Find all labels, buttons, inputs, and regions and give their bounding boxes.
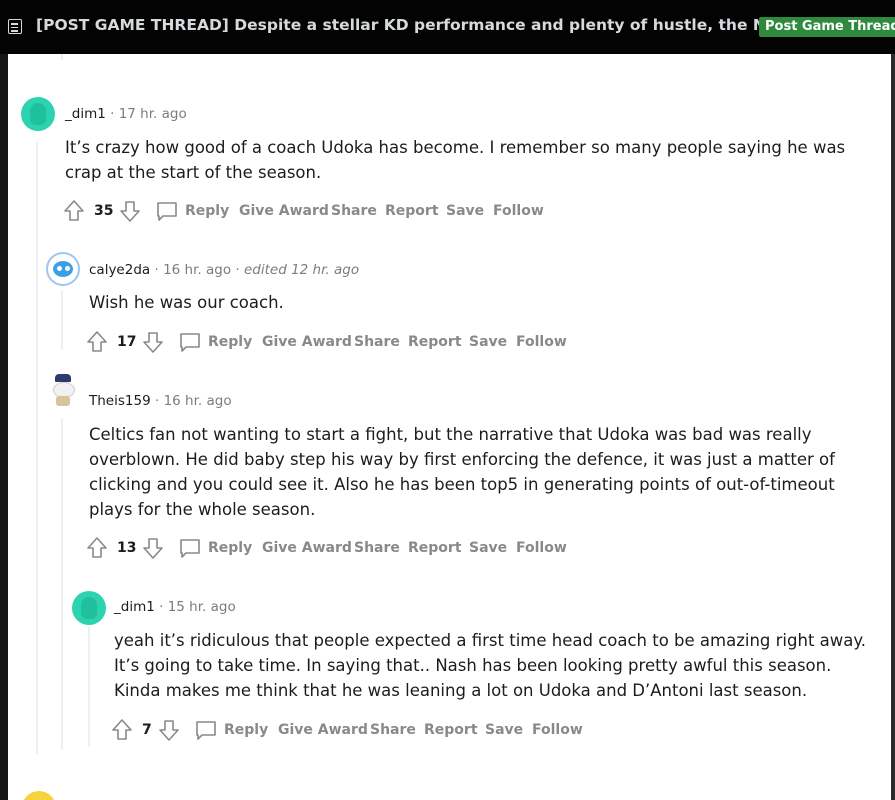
save-button[interactable]: Save: [446, 199, 484, 223]
give-award-button[interactable]: Give Award: [239, 199, 329, 223]
thread-line[interactable]: [36, 142, 38, 754]
downvote-icon[interactable]: [142, 330, 164, 354]
user-avatar[interactable]: [46, 252, 80, 286]
save-button[interactable]: Save: [469, 330, 507, 354]
comment-age[interactable]: 15 hr. ago: [168, 599, 236, 615]
vote-count: 17: [117, 334, 137, 350]
comment-paragraph: yeah it’s ridiculous that people expecte…: [114, 631, 867, 700]
upvote-icon[interactable]: [86, 536, 108, 560]
comment-actions: 17 Reply Give Award Share Report Save Fo…: [86, 330, 586, 354]
share-button[interactable]: Share: [354, 330, 400, 354]
upvote-icon[interactable]: [63, 199, 85, 223]
scrollbar-track[interactable]: [891, 54, 895, 800]
avatar-eye: [65, 266, 70, 271]
page-background-left: [0, 54, 8, 800]
meta-separator: ·: [159, 599, 168, 615]
follow-button[interactable]: Follow: [516, 330, 567, 354]
downvote-icon[interactable]: [158, 718, 180, 742]
vote-count: 35: [94, 203, 114, 219]
follow-button[interactable]: Follow: [516, 536, 567, 560]
reply-button[interactable]: Reply: [208, 536, 252, 560]
follow-button[interactable]: Follow: [493, 199, 544, 223]
share-button[interactable]: Share: [370, 718, 416, 742]
upvote-icon[interactable]: [86, 330, 108, 354]
comment-actions: 13 Reply Give Award Share Report Save Fo…: [86, 536, 586, 560]
follow-button[interactable]: Follow: [532, 718, 583, 742]
comment-bubble-icon[interactable]: [194, 718, 218, 742]
comment-meta: _dim1 · 15 hr. ago: [114, 599, 236, 615]
avatar-body: [56, 396, 70, 406]
avatar-eye: [57, 266, 62, 271]
comment-bubble-icon[interactable]: [155, 199, 179, 223]
comments-panel: _dim1 · 17 hr. ago It’s crazy how good o…: [8, 54, 891, 800]
comment-username[interactable]: Theis159: [89, 393, 151, 409]
user-avatar[interactable]: [21, 97, 55, 131]
comment-actions: 7 Reply Give Award Share Report Save Fol…: [111, 718, 611, 742]
give-award-button[interactable]: Give Award: [278, 718, 368, 742]
avatar-hat: [55, 374, 71, 382]
comment-age[interactable]: 17 hr. ago: [119, 106, 187, 122]
meta-separator: ·: [154, 262, 164, 278]
meta-separator: ·: [235, 262, 244, 278]
report-button[interactable]: Report: [385, 199, 439, 223]
share-button[interactable]: Share: [354, 536, 400, 560]
post-header-bar: [POST GAME THREAD] Despite a stellar KD …: [0, 0, 895, 54]
comment-bubble-icon[interactable]: [178, 536, 202, 560]
post-flair[interactable]: Post Game Thread: [759, 17, 895, 37]
post-title[interactable]: [POST GAME THREAD] Despite a stellar KD …: [36, 16, 851, 34]
comment-body: Celtics fan not wanting to start a fight…: [89, 422, 879, 522]
comment-paragraph: Wish he was our coach.: [89, 293, 284, 312]
save-button[interactable]: Save: [469, 536, 507, 560]
thread-line[interactable]: [88, 627, 90, 747]
thread-line[interactable]: [61, 54, 63, 60]
comment-paragraph: It’s crazy how good of a coach Udoka has…: [65, 138, 846, 182]
vote-count: 13: [117, 540, 137, 556]
comment-age[interactable]: 16 hr. ago: [163, 262, 231, 278]
user-avatar[interactable]: [72, 591, 106, 625]
comment-body: Wish he was our coach.: [89, 290, 869, 315]
post-icon: [8, 19, 22, 34]
thread-line[interactable]: [61, 418, 63, 750]
comment-username[interactable]: _dim1: [114, 599, 155, 615]
comment-body: It’s crazy how good of a coach Udoka has…: [65, 135, 865, 185]
comment-meta: _dim1 · 17 hr. ago: [65, 106, 187, 122]
user-avatar[interactable]: [46, 373, 80, 407]
share-button[interactable]: Share: [331, 199, 377, 223]
downvote-icon[interactable]: [119, 199, 141, 223]
comment-actions: 35 Reply Give Award Share Report Save Fo…: [63, 199, 563, 223]
comment-meta: calye2da · 16 hr. ago · edited 12 hr. ag…: [89, 262, 359, 278]
comment-meta: Theis159 · 16 hr. ago: [89, 393, 232, 409]
give-award-button[interactable]: Give Award: [262, 536, 352, 560]
comment-username[interactable]: calye2da: [89, 262, 150, 278]
reply-button[interactable]: Reply: [224, 718, 268, 742]
meta-separator: ·: [154, 393, 164, 409]
report-button[interactable]: Report: [408, 536, 462, 560]
reply-button[interactable]: Reply: [185, 199, 229, 223]
avatar-face: [53, 261, 73, 277]
report-button[interactable]: Report: [408, 330, 462, 354]
report-button[interactable]: Report: [424, 718, 478, 742]
comment-body: yeah it’s ridiculous that people expecte…: [114, 628, 874, 703]
reply-button[interactable]: Reply: [208, 330, 252, 354]
thread-line[interactable]: [61, 290, 63, 350]
save-button[interactable]: Save: [485, 718, 523, 742]
comment-age[interactable]: 16 hr. ago: [164, 393, 232, 409]
edited-label: edited 12 hr. ago: [243, 262, 360, 278]
upvote-icon[interactable]: [111, 718, 133, 742]
comment-username[interactable]: _dim1: [65, 106, 106, 122]
comment-bubble-icon[interactable]: [178, 330, 202, 354]
comment-paragraph: Celtics fan not wanting to start a fight…: [89, 425, 835, 519]
vote-count: 7: [142, 722, 152, 738]
give-award-button[interactable]: Give Award: [262, 330, 352, 354]
meta-separator: ·: [110, 106, 119, 122]
user-avatar[interactable]: [22, 791, 56, 800]
downvote-icon[interactable]: [142, 536, 164, 560]
